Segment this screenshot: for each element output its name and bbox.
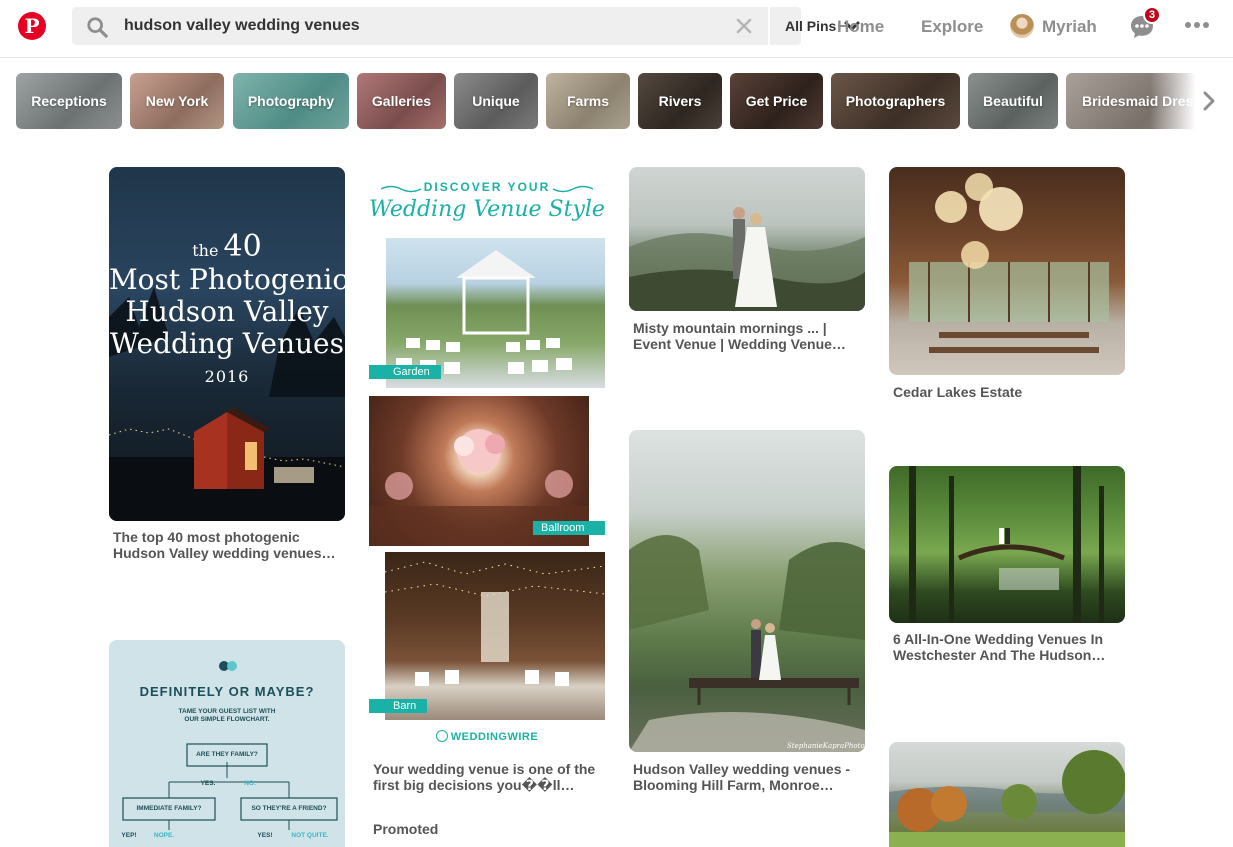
pin-title: The top 40 most photogenic Hudson Valley… — [113, 529, 336, 561]
pin-title: Hudson Valley wedding venues - Blooming … — [633, 761, 851, 793]
pin-image: DEFINITELY OR MAYBE? TAME YOUR GUEST LIS… — [109, 640, 345, 847]
pin-card[interactable]: 6 All-In-One Wedding Venues In Westchest… — [889, 466, 1125, 696]
avatar[interactable] — [1010, 14, 1034, 38]
weddingwire-brand: WEDDINGWIRE — [369, 730, 605, 746]
nav-explore[interactable]: Explore — [921, 17, 983, 37]
flowchart-subtitle: TAME YOUR GUEST LIST WITH — [178, 708, 276, 715]
search-bar[interactable]: All Pins — [72, 7, 860, 45]
pin-image — [629, 167, 865, 311]
clear-search-icon[interactable] — [736, 18, 752, 34]
flowchart-branch: YEP! — [121, 832, 137, 839]
pin-image — [889, 167, 1125, 375]
guides-fade — [1150, 73, 1233, 129]
pin-image: DISCOVER YOUR Wedding Venue Style Garden… — [369, 167, 605, 753]
weddingwire-logo-icon — [435, 730, 448, 742]
photo-watermark: StephanieKapraPhoto.com — [787, 742, 865, 750]
overlay-line: the 40 — [192, 229, 262, 264]
pin-card[interactable]: Cedar Lakes Estate — [889, 167, 1125, 407]
pinterest-logo[interactable]: P — [18, 12, 46, 40]
overlay-line: Wedding Venues — [110, 327, 344, 360]
nav-home[interactable]: Home — [837, 17, 884, 37]
pin-image: the 40 Most Photogenic Hudson Valley Wed… — [109, 167, 345, 521]
notification-badge: 3 — [1143, 6, 1161, 24]
category-tag-garden: Garden — [369, 365, 441, 379]
flowchart-illustration — [122, 661, 338, 830]
category-tag-ballroom: Ballroom — [533, 521, 605, 535]
pin-image — [889, 742, 1125, 847]
pin-title: Misty mountain mornings ... | Event Venu… — [633, 320, 846, 352]
pin-card[interactable]: the 40 Most Photogenic Hudson Valley Wed… — [109, 167, 345, 587]
flowchart-branch: NO. — [244, 780, 256, 787]
guide-photography[interactable]: Photography — [233, 73, 349, 129]
guide-photographers[interactable]: Photographers — [831, 73, 960, 129]
flourish-decoration — [381, 185, 593, 193]
pin-image — [889, 466, 1125, 623]
lake-illustration — [889, 750, 1125, 847]
guide-get-price[interactable]: Get Price — [730, 73, 823, 129]
guide-galleries[interactable]: Galleries — [357, 73, 446, 129]
bridge-illustration — [629, 535, 865, 752]
flowchart-branch: NOPE. — [153, 832, 175, 839]
guide-beautiful[interactable]: Beautiful — [968, 73, 1058, 129]
chevron-right-icon[interactable] — [1199, 89, 1219, 113]
guide-receptions[interactable]: Receptions — [16, 73, 122, 129]
overlay-line: 2016 — [204, 367, 250, 386]
overlay-line: Hudson Valley — [125, 295, 329, 328]
guide-unique[interactable]: Unique — [454, 73, 538, 129]
more-options-icon[interactable] — [1185, 22, 1209, 28]
nav-profile[interactable]: Myriah — [1042, 17, 1097, 37]
garden-bridge-illustration — [909, 466, 1104, 623]
flowchart-node: IMMEDIATE FAMILY? — [136, 805, 202, 812]
couple-illustration — [629, 207, 865, 311]
pin-card[interactable]: DISCOVER YOUR Wedding Venue Style Garden… — [369, 167, 605, 847]
flowchart-branch: NOT QUITE. — [291, 832, 329, 839]
pin-title: 6 All-In-One Wedding Venues In Westchest… — [893, 631, 1106, 663]
flowchart-heading: DEFINITELY OR MAYBE? — [139, 684, 315, 699]
flowchart-node: ARE THEY FAMILY? — [196, 751, 258, 758]
barn-photo — [385, 552, 605, 720]
pin-card[interactable]: DEFINITELY OR MAYBE? TAME YOUR GUEST LIS… — [109, 640, 345, 847]
pin-card[interactable]: Misty mountain mornings ... | Event Venu… — [629, 167, 865, 377]
top-bar: P All Pins Home Explore Myriah 3 — [0, 0, 1233, 58]
pin-card[interactable]: StephanieKapraPhoto.com Hudson Valley we… — [629, 430, 865, 820]
all-pins-label: All Pins — [785, 18, 837, 34]
pin-title: Cedar Lakes Estate — [893, 384, 1023, 400]
category-tag-barn: Barn — [369, 699, 427, 713]
search-input[interactable] — [124, 7, 714, 45]
promo-script-title: Wedding Venue Style — [369, 197, 605, 222]
promoted-label: Promoted — [373, 821, 439, 837]
pin-card[interactable] — [889, 742, 1125, 847]
ballroom-chandelier-illustration — [909, 173, 1109, 353]
pin-title: Your wedding venue is one of the first b… — [373, 761, 596, 793]
guide-rivers[interactable]: Rivers — [638, 73, 722, 129]
flowchart-branch: YES! — [257, 832, 273, 839]
search-icon — [87, 17, 108, 38]
guide-farms[interactable]: Farms — [546, 73, 630, 129]
flowchart-node: SO THEY'RE A FRIEND? — [251, 805, 327, 812]
flowchart-branch: YES. — [200, 780, 216, 787]
guide-new-york[interactable]: New York — [130, 73, 224, 129]
overlay-line: Most Photogenic — [109, 263, 345, 296]
flowchart-subtitle: OUR SIMPLE FLOWCHART. — [184, 716, 270, 723]
pin-image: StephanieKapraPhoto.com — [629, 430, 865, 752]
search-guides: Receptions New York Photography Gallerie… — [0, 73, 1233, 129]
